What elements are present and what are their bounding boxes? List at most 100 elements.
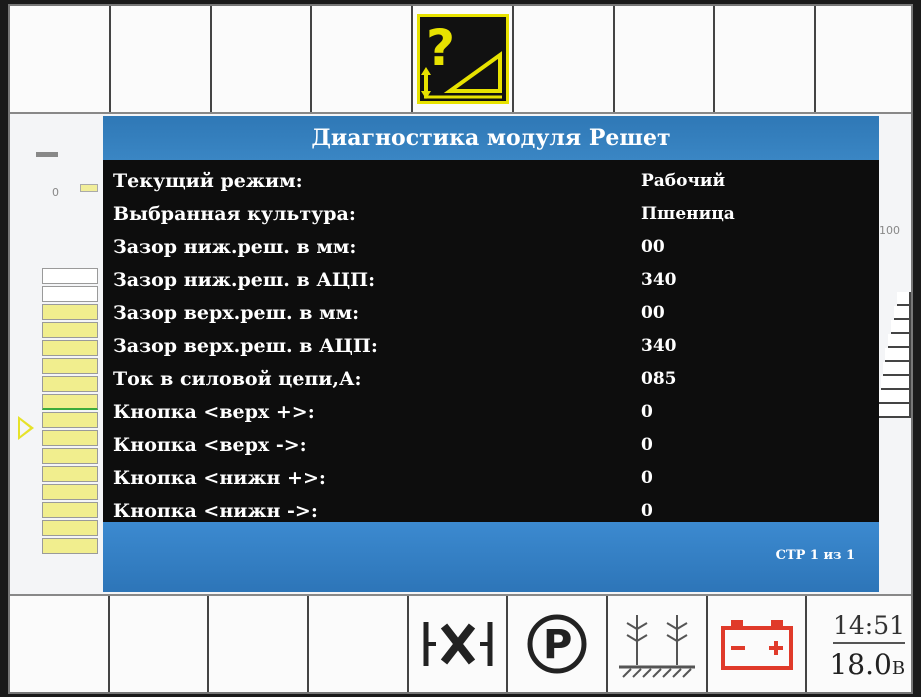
row-label: Выбранная культура: [113,202,356,225]
row-value: 085 [641,368,677,389]
dialog-footer: СТР 1 из 1 [103,522,879,592]
bottom-button-4[interactable] [309,596,409,692]
clock-time: 14:51 [833,611,906,644]
row-label: Зазор верх.реш. в АЦП: [113,334,378,357]
gauge-segment [42,376,98,392]
dialog-title: Диагностика модуля Решет [103,116,879,160]
row-value: 0 [641,434,653,455]
list-item: Ток в силовой цепи,А: 085 [113,362,863,395]
row-label: Текущий режим: [113,169,303,192]
list-item: Выбранная культура: Пшеница [113,197,863,230]
top-button-9[interactable] [816,6,911,112]
list-item: Текущий режим: Рабочий [113,164,863,197]
row-label: Зазор верх.реш. в мм: [113,301,360,324]
sieve-gap-button[interactable] [408,596,509,692]
row-value: 340 [641,269,677,290]
parking-icon: P [525,612,589,680]
gauge-segment [42,304,98,320]
row-value: 0 [641,467,653,488]
gauge-segment [42,448,98,464]
gauge-segment [42,502,98,518]
crop-field-button[interactable] [608,596,708,692]
gauge-segment [42,286,98,302]
top-button-4[interactable] [312,6,414,112]
row-label: Кнопка <верх +>: [113,400,315,423]
gauge-segment [42,394,98,410]
sieve-gap-icon [418,614,498,678]
page-indicator: СТР 1 из 1 [775,548,855,563]
row-label: Кнопка <верх ->: [113,433,307,456]
gauge-step [888,334,911,348]
row-label: Кнопка <нижн ->: [113,499,318,522]
voltage-unit: В [891,658,906,679]
list-item: Зазор ниж.реш. в АЦП: 340 [113,263,863,296]
gauge-segment [42,484,98,500]
list-item: Зазор ниж.реш. в мм: 00 [113,230,863,263]
gauge-step [879,390,911,404]
top-button-7[interactable] [614,6,716,112]
gauge-step [891,320,911,334]
row-value: Пшеница [641,203,735,224]
list-item: Зазор верх.реш. в мм: 00 [113,296,863,329]
gauge-step [881,376,911,390]
gauge-step [894,306,911,320]
gauge-segment [42,268,98,284]
row-value: 00 [641,236,665,257]
voltage-value: 18.0 [829,648,892,681]
row-value: 340 [641,335,677,356]
gauge-segment [42,322,98,338]
right-level-gauge: 100 [875,116,911,592]
battery-button[interactable] [707,596,808,692]
sieve-help-icon: ? [416,14,509,104]
sieve-diagnostics-button[interactable]: ? [413,6,514,112]
top-button-2[interactable] [110,6,212,112]
gauge-segment [42,358,98,374]
gauge-segment [42,412,98,428]
gauge-segment [42,520,98,536]
row-value: 00 [641,302,665,323]
display-screen: ? 0 100 Диагностика модуля Решет Текущий… [8,4,913,694]
gauge-step [877,404,911,418]
gauge-segment [42,340,98,356]
list-item: Кнопка <верх +>: 0 [113,395,863,428]
battery-icon [717,614,797,678]
diagnostics-dialog: Диагностика модуля Решет Текущий режим: Р… [103,116,879,592]
gauge-segment [42,466,98,482]
list-item: Зазор верх.реш. в АЦП: 340 [113,329,863,362]
gauge-segment [42,538,98,554]
diagnostics-list: Текущий режим: Рабочий Выбранная культура… [113,164,863,527]
row-label: Ток в силовой цепи,А: [113,367,362,390]
list-item: Кнопка <верх ->: 0 [113,428,863,461]
row-label: Зазор ниж.реш. в АЦП: [113,268,376,291]
row-label: Зазор ниж.реш. в мм: [113,235,357,258]
bottom-button-2[interactable] [109,596,210,692]
gauge-max-label: 100 [879,224,900,237]
gauge-step [885,348,911,362]
top-button-6[interactable] [513,6,615,112]
top-button-1[interactable] [10,6,111,112]
bottom-button-3[interactable] [209,596,310,692]
top-button-bar: ? [10,6,911,114]
crop-field-icon [615,609,699,683]
row-value: 0 [641,401,653,422]
voltage-readout: 18.0В [829,648,905,681]
status-readout: 14:51 18.0В [807,596,911,692]
row-value: 0 [641,500,653,521]
bottom-button-bar: P 14:51 18.0В [10,594,911,692]
top-button-3[interactable] [211,6,313,112]
minus-icon [36,152,58,157]
gauge-step [897,292,911,306]
gauge-step [883,362,911,376]
bottom-button-1[interactable] [10,596,110,692]
parking-brake-button[interactable]: P [508,596,609,692]
svg-text:?: ? [426,19,455,77]
gauge-bars [42,268,98,556]
gauge-small-indicator [80,184,98,192]
gauge-steps [875,292,911,418]
svg-text:P: P [543,622,572,668]
top-button-8[interactable] [715,6,817,112]
left-level-gauge: 0 [10,116,102,592]
gauge-min-label: 0 [52,186,59,199]
list-item: Кнопка <нижн +>: 0 [113,461,863,494]
gauge-segment [42,430,98,446]
